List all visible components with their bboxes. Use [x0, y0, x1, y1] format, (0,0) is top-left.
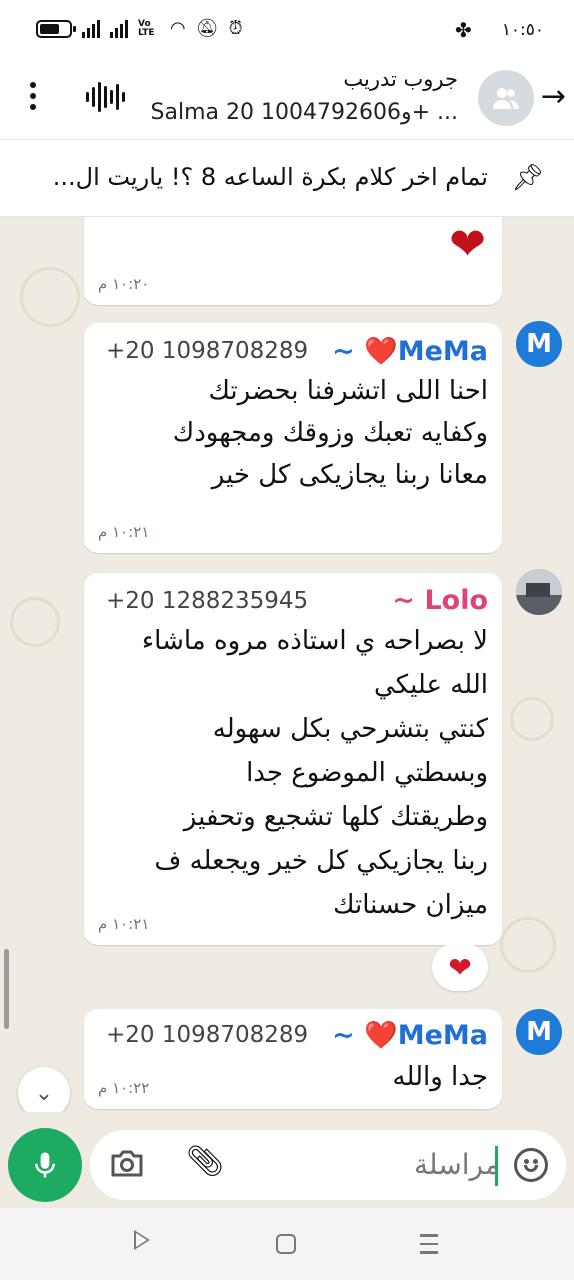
system-nav-bar [0, 1208, 574, 1280]
status-bar: Vo LTE ◠ 🔕︎ ⏰︎ ✤ ١٠:٥٠ [0, 0, 574, 62]
message-line: وكفايه تعبك وزوقك ومجهودك [172, 418, 488, 448]
pinned-text: تمام اخر كلام بكرة الساعه 8 ؟! ياريت ال.… [52, 163, 488, 191]
message-bubble[interactable]: +20 1098708289 MeMa❤️ ~ جدا والله ١٠:٢٢ … [84, 1009, 502, 1109]
wifi-icon: ◠ [170, 18, 186, 39]
message-line: احنا اللى اتشرفنا بحضرتك [208, 376, 488, 406]
avatar[interactable]: M [516, 321, 562, 367]
pin-icon: 📌︎ [510, 163, 544, 193]
back-arrow-icon[interactable]: → [541, 82, 566, 112]
wallpaper-doodle [20, 267, 80, 327]
alarm-icon: ⏰︎ [228, 18, 243, 39]
mic-icon [35, 1152, 55, 1178]
mute-icon: 🔕︎ [195, 18, 219, 39]
message-time: ١٠:٢٠ م [98, 275, 150, 293]
message-line: الله عليكي [374, 670, 488, 700]
sender-phone: +20 1288235945 [106, 587, 309, 614]
wallpaper-doodle [510, 697, 554, 741]
chat-area[interactable]: ❤ ١٠:٢٠ م M +20 1098708289 MeMa❤️ ~ احنا… [0, 217, 574, 1130]
message-bubble[interactable]: +20 1098708289 MeMa❤️ ~ احنا اللى اتشرفن… [84, 323, 502, 553]
wallpaper-doodle [10, 597, 60, 647]
nav-recents-button[interactable] [420, 1234, 438, 1260]
status-time: ١٠:٥٠ [501, 20, 544, 40]
avatar[interactable] [516, 569, 562, 615]
message-input[interactable] [290, 1142, 500, 1186]
group-avatar-icon[interactable] [478, 70, 534, 126]
message-bubble[interactable]: +20 1288235945 Lolo ~ لا بصراحه ي استاذه… [84, 573, 502, 945]
battery-icon [36, 20, 76, 38]
voice-call-icon[interactable] [86, 82, 125, 112]
menu-icon[interactable] [30, 82, 36, 110]
message-bubble[interactable]: ❤ ١٠:٢٠ م [84, 217, 502, 305]
sender-phone: +20 1098708289 [106, 338, 309, 364]
camera-icon[interactable] [110, 1148, 144, 1178]
message-line: لا بصراحه ي استاذه مروه ماشاء [141, 626, 488, 656]
message-input-box: 📎︎ [90, 1130, 566, 1200]
scrollbar[interactable] [4, 949, 9, 1029]
emoji-icon[interactable] [514, 1148, 548, 1182]
signal-icon [82, 20, 100, 38]
fan-icon: ✤ [454, 18, 472, 42]
volte-icon: Vo LTE [138, 19, 155, 38]
message-line: وبسطتي الموضوع جدا [246, 758, 488, 788]
message-line: كنتي بتشرحي بكل سهوله [212, 714, 488, 744]
sender-name[interactable]: MeMa❤️ ~ [332, 1019, 488, 1051]
reaction-heart[interactable]: ❤ [432, 943, 488, 991]
compose-bar: 📎︎ [0, 1112, 574, 1208]
signal-icon-2 [110, 20, 128, 38]
message-line: جدا والله [392, 1062, 488, 1092]
chat-header[interactable]: → جروب تدريب Salma و1004792606 20+ ... [0, 62, 574, 140]
sender-name[interactable]: MeMa❤️ ~ [332, 335, 488, 367]
nav-back-button[interactable] [134, 1230, 150, 1250]
attach-icon[interactable]: 📎︎ [186, 1144, 224, 1179]
chat-title[interactable]: جروب تدريب [343, 67, 458, 91]
heart-emoji: ❤ [449, 219, 486, 270]
nav-home-button[interactable] [276, 1234, 296, 1254]
pinned-message[interactable]: 📌︎ تمام اخر كلام بكرة الساعه 8 ؟! ياريت … [0, 141, 574, 217]
avatar[interactable]: M [516, 1009, 562, 1055]
message-line: ربنا يجازيكي كل خير ويجعله ف [154, 846, 488, 876]
sender-name[interactable]: Lolo ~ [392, 585, 488, 616]
message-line: وطريقتك كلها تشجيع وتحفيز [183, 802, 488, 832]
message-line: ميزان حسناتك [333, 890, 488, 920]
message-time: ١٠:٢٢ م [98, 1079, 150, 1097]
message-time: ١٠:٢١ م [98, 523, 150, 541]
message-time: ١٠:٢١ م [98, 915, 150, 933]
mic-button[interactable] [8, 1128, 82, 1202]
wallpaper-doodle [500, 917, 556, 973]
chat-participants: Salma و1004792606 20+ ... [150, 100, 458, 125]
text-caret [495, 1146, 498, 1186]
message-line: معانا ربنا يجازيكى كل خير [211, 460, 488, 490]
sender-phone: +20 1098708289 [106, 1022, 309, 1048]
